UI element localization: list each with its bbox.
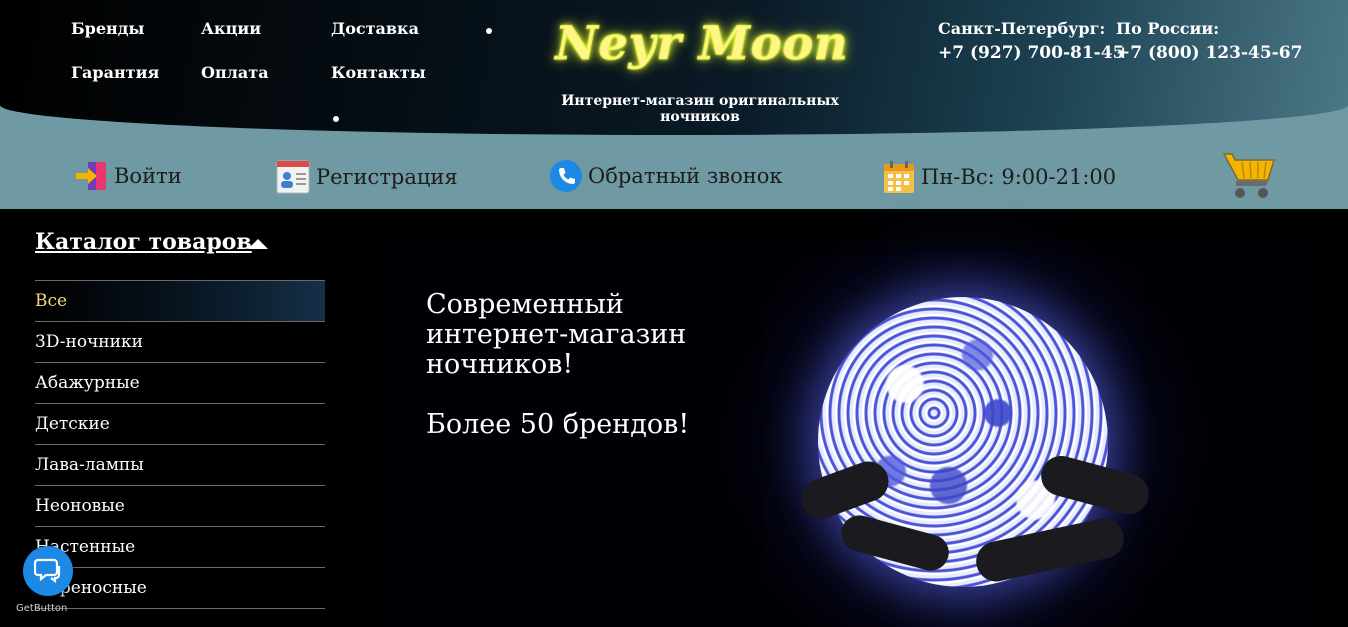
catalog-item-all[interactable]: Все (35, 281, 325, 322)
catalog-item-portable[interactable]: Переносные (35, 568, 325, 609)
shopping-cart-icon (1222, 153, 1276, 198)
catalog-item-neon[interactable]: Неоновые (35, 486, 325, 527)
phone-russia-number[interactable]: +7 (800) 123-45-67 (1116, 43, 1302, 63)
catalog-item-lampshade[interactable]: Абажурные (35, 363, 325, 404)
login-icon (76, 162, 106, 190)
star-decoration (486, 28, 492, 34)
login-label: Войти (114, 164, 182, 188)
nav-promos[interactable]: Акции (201, 19, 261, 38)
catalog-list: Все 3D-ночники Абажурные Детские Лава-ла… (35, 280, 325, 609)
catalog-item-wall[interactable]: Настенные (35, 527, 325, 568)
hero-headline: Современный интернет-магазин ночников! (426, 289, 687, 380)
site-header: Бренды Акции Доставка Гарантия Оплата Ко… (0, 0, 1348, 209)
nav-delivery[interactable]: Доставка (331, 19, 419, 38)
calendar-icon (884, 161, 914, 193)
chat-bubble-icon (34, 558, 61, 584)
cart-button[interactable] (1222, 150, 1276, 204)
chat-widget-button[interactable] (23, 546, 73, 596)
site-tagline: Интернет-магазин оригинальных ночников (561, 93, 839, 125)
star-decoration (333, 116, 339, 122)
register-label: Регистрация (316, 165, 458, 189)
phone-russia-label: По России: (1116, 19, 1220, 38)
nav-warranty[interactable]: Гарантия (71, 63, 159, 82)
collapse-arrow-icon[interactable] (248, 239, 268, 249)
getbutton-credit[interactable]: GetButton (16, 603, 67, 614)
header-top-banner: Бренды Акции Доставка Гарантия Оплата Ко… (0, 0, 1348, 135)
register-button[interactable]: Регистрация (276, 160, 458, 194)
callback-label: Обратный звонок (588, 164, 783, 188)
phone-spb-label: Санкт-Петербург: (938, 19, 1106, 38)
catalog-title[interactable]: Каталог товаров (35, 229, 252, 255)
working-hours: Пн-Вс: 9:00-21:00 (883, 160, 1116, 194)
catalog-item-kids[interactable]: Детские (35, 404, 325, 445)
nav-contacts[interactable]: Контакты (331, 63, 426, 82)
nav-brands[interactable]: Бренды (71, 19, 144, 38)
phone-spb-number[interactable]: +7 (927) 700-81-45 (938, 43, 1124, 63)
registration-form-icon (276, 160, 310, 194)
nav-payment[interactable]: Оплата (201, 63, 269, 82)
hero-subheadline: Более 50 брендов! (426, 409, 690, 440)
callback-button[interactable]: Обратный звонок (550, 160, 783, 192)
site-logo[interactable]: Neyr Moon (552, 16, 852, 71)
catalog-item-3d[interactable]: 3D-ночники (35, 322, 325, 363)
login-button[interactable]: Войти (74, 160, 182, 192)
catalog-item-lava[interactable]: Лава-лампы (35, 445, 325, 486)
phone-icon (550, 160, 582, 192)
working-hours-label: Пн-Вс: 9:00-21:00 (921, 165, 1117, 189)
